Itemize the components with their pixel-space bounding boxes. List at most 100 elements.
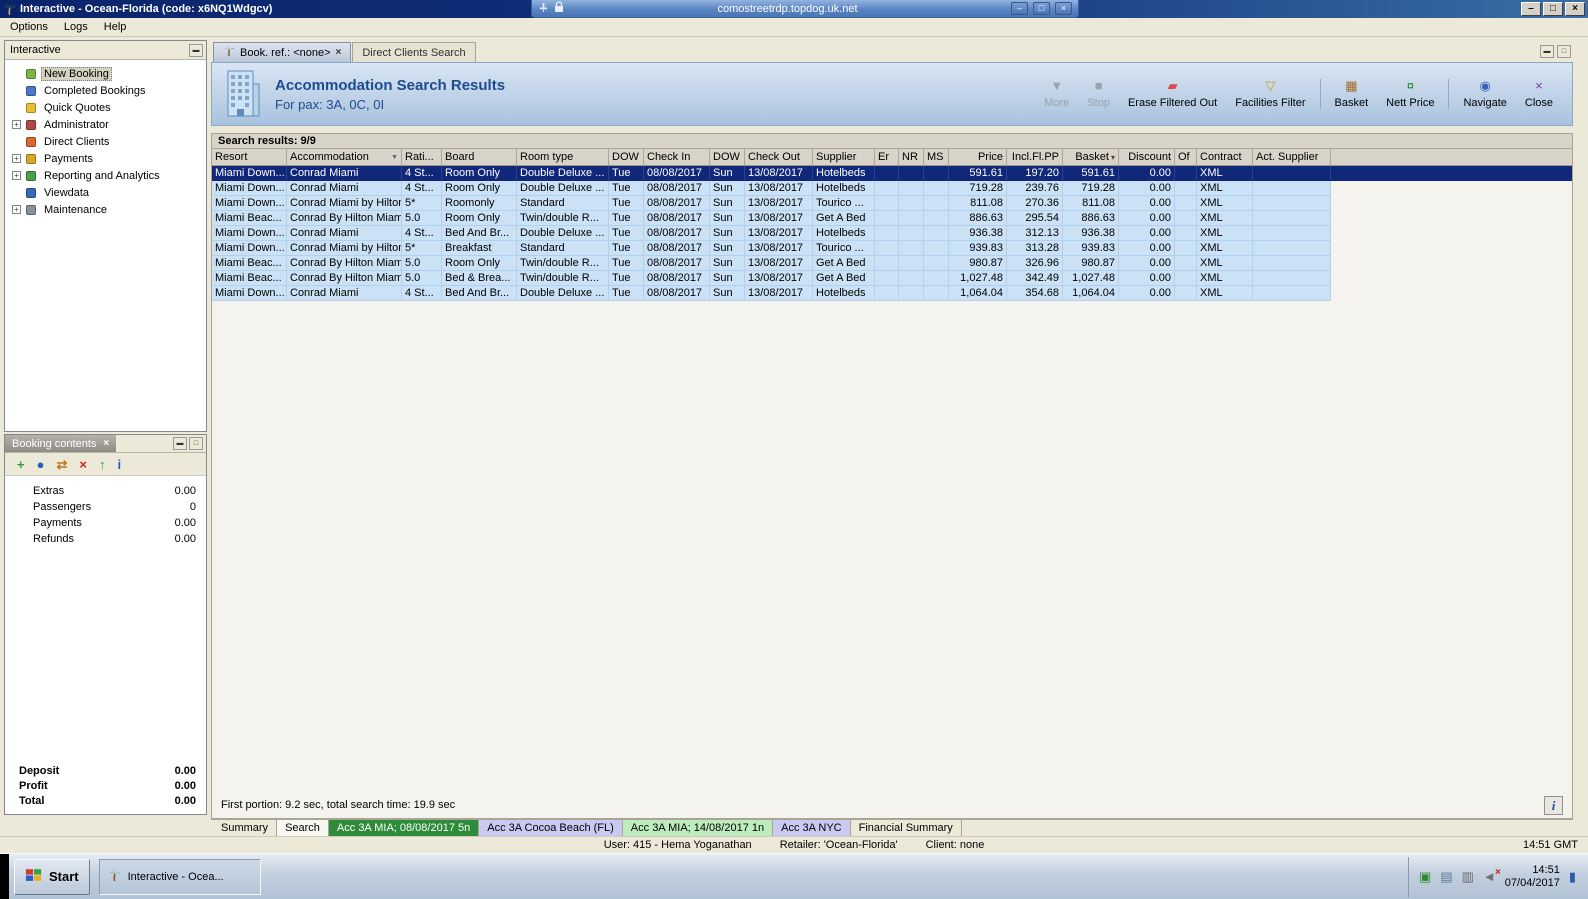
sidebar-item[interactable]: + New Booking <box>5 65 206 82</box>
sidebar-item[interactable]: + Maintenance <box>5 201 206 218</box>
column-header-dow-out[interactable]: DOW <box>710 149 745 165</box>
table-row[interactable]: Miami Down... Conrad Miami 4 St... Bed A… <box>212 226 1572 241</box>
sidebar-item[interactable]: + Quick Quotes <box>5 99 206 116</box>
cell-check-out: 13/08/2017 <box>745 271 813 286</box>
column-header-dow-in[interactable]: DOW <box>609 149 644 165</box>
booking-contents-tool-icon[interactable]: ⇄ <box>56 458 67 471</box>
table-row[interactable]: Miami Down... Conrad Miami 4 St... Bed A… <box>212 286 1572 301</box>
cell-of <box>1175 286 1197 301</box>
rdp-close-button[interactable]: × <box>1055 2 1072 15</box>
toolbar-button[interactable]: ▦ Basket <box>1326 79 1378 110</box>
booking-contents-tool-icon[interactable]: ↑ <box>99 458 106 471</box>
cell-basket: 591.61 <box>1063 166 1119 181</box>
sidebar-item[interactable]: + Direct Clients <box>5 133 206 150</box>
tray-edge-icon[interactable]: ▮ <box>1569 870 1576 883</box>
tray-volume-muted-icon[interactable]: ◄ × <box>1483 867 1501 883</box>
cell-dow-out: Sun <box>710 166 745 181</box>
bottom-tab[interactable]: Acc 3A NYC <box>773 820 851 836</box>
toolbar-button[interactable]: ◉ Navigate <box>1454 78 1515 110</box>
column-header-board[interactable]: Board <box>442 149 517 165</box>
panel-close-icon[interactable]: × <box>103 438 109 449</box>
bottom-tab[interactable]: Acc 3A Cocoa Beach (FL) <box>479 820 623 836</box>
column-header-basket[interactable]: Basket ▾ <box>1063 149 1119 165</box>
booking-contents-tool-icon[interactable]: ● <box>37 458 45 471</box>
column-header-act-supplier[interactable]: Act. Supplier <box>1253 149 1331 165</box>
toolbar-button[interactable]: ▰ Erase Filtered Out <box>1119 79 1226 110</box>
expand-plus-icon[interactable]: + <box>12 171 21 180</box>
toolbar-button[interactable]: ■ Stop <box>1078 79 1119 110</box>
column-header-price[interactable]: Price <box>949 149 1007 165</box>
bottom-tab[interactable]: Financial Summary <box>851 820 962 836</box>
menu-item[interactable]: Options <box>2 19 56 35</box>
column-header-accommodation[interactable]: Accommodation ▼ <box>287 149 402 165</box>
booking-contents-caption[interactable]: Booking contents × <box>5 435 117 452</box>
taskbar-app-button[interactable]: Interactive - Ocea... <box>98 858 261 895</box>
expand-plus-icon[interactable]: + <box>12 120 21 129</box>
column-header-ms[interactable]: MS <box>924 149 949 165</box>
sidebar-item[interactable]: + Reporting and Analytics <box>5 167 206 184</box>
expand-plus-icon[interactable]: + <box>12 154 21 163</box>
tray-printer-icon[interactable]: ▥ <box>1462 870 1474 883</box>
column-header-check-in[interactable]: Check In <box>644 149 710 165</box>
rdp-restore-button[interactable]: □ <box>1033 2 1050 15</box>
tab-booking-ref[interactable]: Book. ref.: <none> × <box>213 42 352 62</box>
bottom-tab[interactable]: Summary <box>213 820 278 836</box>
cell-check-in: 08/08/2017 <box>644 226 710 241</box>
panel-minimize-icon[interactable]: ▬ <box>173 437 187 450</box>
column-header-supplier[interactable]: Supplier <box>813 149 875 165</box>
booking-contents-tool-icon[interactable]: + <box>17 458 25 471</box>
table-row[interactable]: Miami Down... Conrad Miami 4 St... Room … <box>212 166 1572 181</box>
table-row[interactable]: Miami Beac... Conrad By Hilton Miami 5.0… <box>212 256 1572 271</box>
menu-item[interactable]: Logs <box>56 19 96 35</box>
sidebar-item[interactable]: + Viewdata <box>5 184 206 201</box>
start-button[interactable]: Start <box>14 858 90 895</box>
rdp-minimize-button[interactable]: – <box>1011 2 1028 15</box>
column-header-room-type[interactable]: Room type <box>517 149 609 165</box>
column-header-rating[interactable]: Rati... <box>402 149 442 165</box>
column-header-resort[interactable]: Resort <box>212 149 287 165</box>
bottom-tab[interactable]: Acc 3A MIA; 08/08/2017 5n <box>328 820 480 836</box>
window-close-button[interactable]: × <box>1565 2 1585 16</box>
mdi-restore-icon[interactable]: □ <box>1557 45 1571 58</box>
filter-funnel-icon[interactable]: ▼ <box>388 154 398 161</box>
sidebar-item[interactable]: + Payments <box>5 150 206 167</box>
cell-dow-in: Tue <box>609 211 644 226</box>
tab-direct-clients-search[interactable]: Direct Clients Search <box>352 42 476 62</box>
pin-icon[interactable] <box>538 2 549 16</box>
info-button[interactable]: i <box>1544 795 1563 815</box>
expand-plus-icon[interactable]: + <box>12 205 21 214</box>
table-row[interactable]: Miami Down... Conrad Miami by Hilton 5* … <box>212 196 1572 211</box>
sidebar-item[interactable]: + Administrator <box>5 116 206 133</box>
tab-close-icon[interactable]: × <box>336 47 342 58</box>
toolbar-button[interactable]: ▽ Facilities Filter <box>1226 79 1321 109</box>
column-header-check-out[interactable]: Check Out <box>745 149 813 165</box>
toolbar-button[interactable]: × Close <box>1516 79 1562 110</box>
bottom-tab[interactable]: Acc 3A MIA; 14/08/2017 1n <box>622 820 774 836</box>
toolbar-button[interactable]: ▼ More <box>1035 79 1078 110</box>
tray-app-icon[interactable]: ▣ <box>1419 870 1431 883</box>
window-restore-button[interactable]: □ <box>1543 2 1563 16</box>
panel-collapse-icon[interactable]: ▬ <box>189 43 203 57</box>
table-row[interactable]: Miami Down... Conrad Miami 4 St... Room … <box>212 181 1572 196</box>
table-row[interactable]: Miami Beac... Conrad By Hilton Miami 5.0… <box>212 211 1572 226</box>
menu-item[interactable]: Help <box>96 19 135 35</box>
column-header-incl-fl-pp[interactable]: Incl.Fl.PP <box>1007 149 1063 165</box>
column-header-nr[interactable]: NR <box>899 149 924 165</box>
table-row[interactable]: Miami Beac... Conrad By Hilton Miami 5.0… <box>212 271 1572 286</box>
table-row[interactable]: Miami Down... Conrad Miami by Hilton 5* … <box>212 241 1572 256</box>
booking-item-value: 0.00 <box>174 517 196 529</box>
toolbar-button[interactable]: ¤ Nett Price <box>1377 79 1450 109</box>
column-header-of[interactable]: Of <box>1175 149 1197 165</box>
column-header-contract[interactable]: Contract <box>1197 149 1253 165</box>
panel-maximize-icon[interactable]: □ <box>189 437 203 450</box>
tray-network-icon[interactable]: ▤ <box>1440 870 1452 883</box>
booking-contents-tool-icon[interactable]: × <box>79 458 87 471</box>
mdi-minimize-icon[interactable]: ▬ <box>1540 45 1554 58</box>
sidebar-item[interactable]: + Completed Bookings <box>5 82 206 99</box>
toolbar-button-icon: ◉ <box>1479 78 1491 93</box>
column-header-discount[interactable]: Discount <box>1119 149 1175 165</box>
column-header-er[interactable]: Er <box>875 149 899 165</box>
bottom-tab[interactable]: Search <box>277 820 329 836</box>
window-minimize-button[interactable]: – <box>1521 2 1541 16</box>
booking-contents-tool-icon[interactable]: i <box>117 458 121 471</box>
